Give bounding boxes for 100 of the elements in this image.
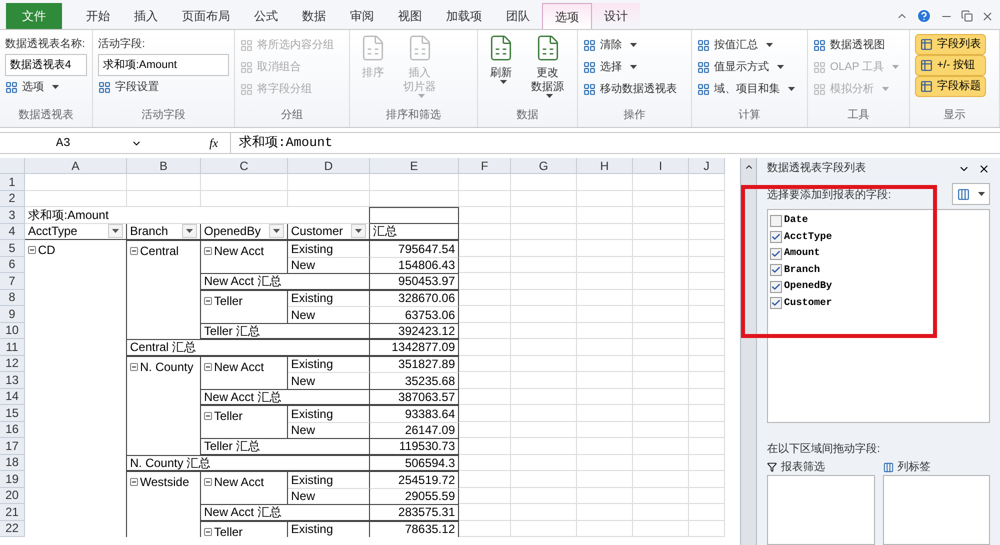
layout-button[interactable] (952, 183, 990, 206)
collapse-icon[interactable] (204, 362, 212, 370)
checkbox[interactable] (770, 248, 782, 260)
filter-dropdown-button[interactable] (108, 224, 123, 238)
field-name[interactable]: Customer (784, 296, 832, 311)
row-number[interactable]: 1 (0, 174, 25, 190)
row-number[interactable]: 14 (0, 388, 25, 405)
ribbon-tab[interactable]: 选项 (542, 3, 592, 29)
row-number[interactable]: 10 (0, 322, 25, 339)
toggle-button[interactable]: +/- 按钮 (915, 55, 986, 76)
row-number[interactable]: 21 (0, 504, 25, 520)
field-name[interactable]: Date (784, 213, 808, 228)
ribbon-tab[interactable]: 加载项 (434, 3, 494, 29)
column-header[interactable]: D (288, 158, 370, 174)
row-number[interactable]: 6 (0, 256, 25, 273)
empty-cell (577, 356, 633, 372)
field-name[interactable]: Amount (784, 246, 820, 262)
large-button[interactable]: 更改 数据源 (527, 34, 568, 106)
column-header[interactable]: H (577, 158, 633, 174)
ribbon-button[interactable]: 选项 (5, 76, 87, 98)
caret-icon (777, 65, 784, 69)
row-number[interactable]: 11 (0, 339, 25, 356)
ribbon-button[interactable]: 选择 (583, 56, 677, 78)
field-name[interactable]: AcctType (784, 230, 832, 245)
column-header[interactable]: A (25, 158, 127, 174)
toggle-button[interactable]: 字段标题 (915, 76, 986, 97)
collapse-icon[interactable] (204, 478, 212, 486)
ribbon-button[interactable]: 移动数据透视表 (583, 78, 677, 100)
row-number[interactable]: 2 (0, 190, 25, 207)
collapse-icon[interactable] (204, 412, 212, 420)
collapse-icon[interactable] (28, 246, 36, 254)
large-button[interactable]: 刷新 (483, 34, 519, 106)
empty-cell (577, 372, 633, 388)
row-number[interactable]: 22 (0, 520, 25, 537)
function-icon[interactable]: fx (150, 134, 230, 152)
ribbon-button[interactable]: 清除 (583, 34, 677, 56)
toggle-button[interactable]: 字段列表 (915, 34, 986, 55)
row-number[interactable]: 3 (0, 207, 25, 224)
row-number[interactable]: 17 (0, 438, 25, 454)
collapse-icon[interactable] (130, 247, 138, 255)
ribbon-tab[interactable]: 团队 (494, 3, 542, 29)
area-label: 报表筛选 (781, 460, 825, 475)
collapse-icon[interactable] (204, 247, 212, 255)
ribbon-tab[interactable]: 数据 (290, 3, 338, 29)
row-number[interactable]: 4 (0, 224, 25, 240)
column-header[interactable]: E (370, 158, 459, 174)
empty-cell (459, 422, 511, 438)
collapse-icon[interactable] (204, 296, 212, 304)
checkbox[interactable] (770, 214, 782, 227)
row-number[interactable]: 5 (0, 240, 25, 256)
column-header[interactable]: C (201, 158, 288, 174)
column-header[interactable]: F (459, 158, 511, 174)
caret-icon (52, 85, 59, 89)
ribbon-button[interactable]: 字段设置 (98, 76, 229, 98)
row-number[interactable]: 18 (0, 454, 25, 471)
collapse-icon[interactable] (130, 362, 138, 370)
ribbon-tab[interactable]: 开始 (74, 3, 122, 29)
row-number[interactable]: 12 (0, 356, 25, 372)
ribbon-tab[interactable]: 插入 (122, 3, 170, 29)
input-field[interactable]: 求和项:Amount (98, 54, 229, 76)
row-number[interactable]: 15 (0, 405, 25, 422)
filter-dropdown-button[interactable] (182, 224, 197, 238)
ribbon-tab[interactable]: 文件 (6, 3, 62, 29)
column-header[interactable]: I (633, 158, 689, 174)
field-name[interactable]: Branch (784, 262, 820, 278)
ribbon-button[interactable]: 值显示方式 (697, 56, 795, 78)
ribbon-tab[interactable]: 页面布局 (170, 3, 242, 29)
ribbon-tab[interactable]: 公式 (242, 3, 290, 29)
collapse-icon[interactable] (130, 478, 138, 486)
close-icon[interactable] (978, 162, 990, 175)
row-number[interactable]: 20 (0, 488, 25, 504)
field-name[interactable]: OpenedBy (784, 279, 832, 294)
ribbon-tab[interactable]: 视图 (386, 3, 434, 29)
ribbon-button[interactable]: 域、项目和集 (697, 78, 795, 100)
formula-field[interactable]: 求和项:Amount (230, 133, 1000, 153)
checkbox[interactable] (770, 264, 782, 276)
row-number[interactable]: 9 (0, 306, 25, 322)
row-number[interactable]: 7 (0, 273, 25, 290)
grid-icon (697, 82, 710, 96)
filter-dropdown-button[interactable] (269, 224, 284, 238)
column-header[interactable]: B (127, 158, 201, 174)
ribbon-button[interactable]: 按值汇总 (697, 34, 795, 56)
column-header[interactable]: G (511, 158, 577, 174)
filter-dropdown-button[interactable] (351, 224, 366, 238)
checkbox[interactable] (770, 231, 782, 244)
collapse-icon[interactable] (204, 528, 212, 536)
help-icon[interactable] (916, 8, 932, 24)
row-number[interactable]: 16 (0, 422, 25, 438)
row-number[interactable]: 8 (0, 290, 25, 306)
checkbox[interactable] (770, 280, 782, 293)
name-box[interactable]: A3 (0, 134, 150, 152)
checkbox[interactable] (770, 297, 782, 310)
row-number[interactable]: 13 (0, 372, 25, 388)
column-header[interactable]: J (689, 158, 725, 174)
restore-icon[interactable] (961, 10, 973, 22)
ribbon-button[interactable]: 数据透视图 (813, 34, 900, 56)
row-number[interactable]: 19 (0, 471, 25, 488)
ribbon-tab[interactable]: 审阅 (338, 3, 386, 29)
empty-cell (577, 322, 633, 339)
input-field[interactable]: 数据透视表4 (5, 54, 87, 76)
